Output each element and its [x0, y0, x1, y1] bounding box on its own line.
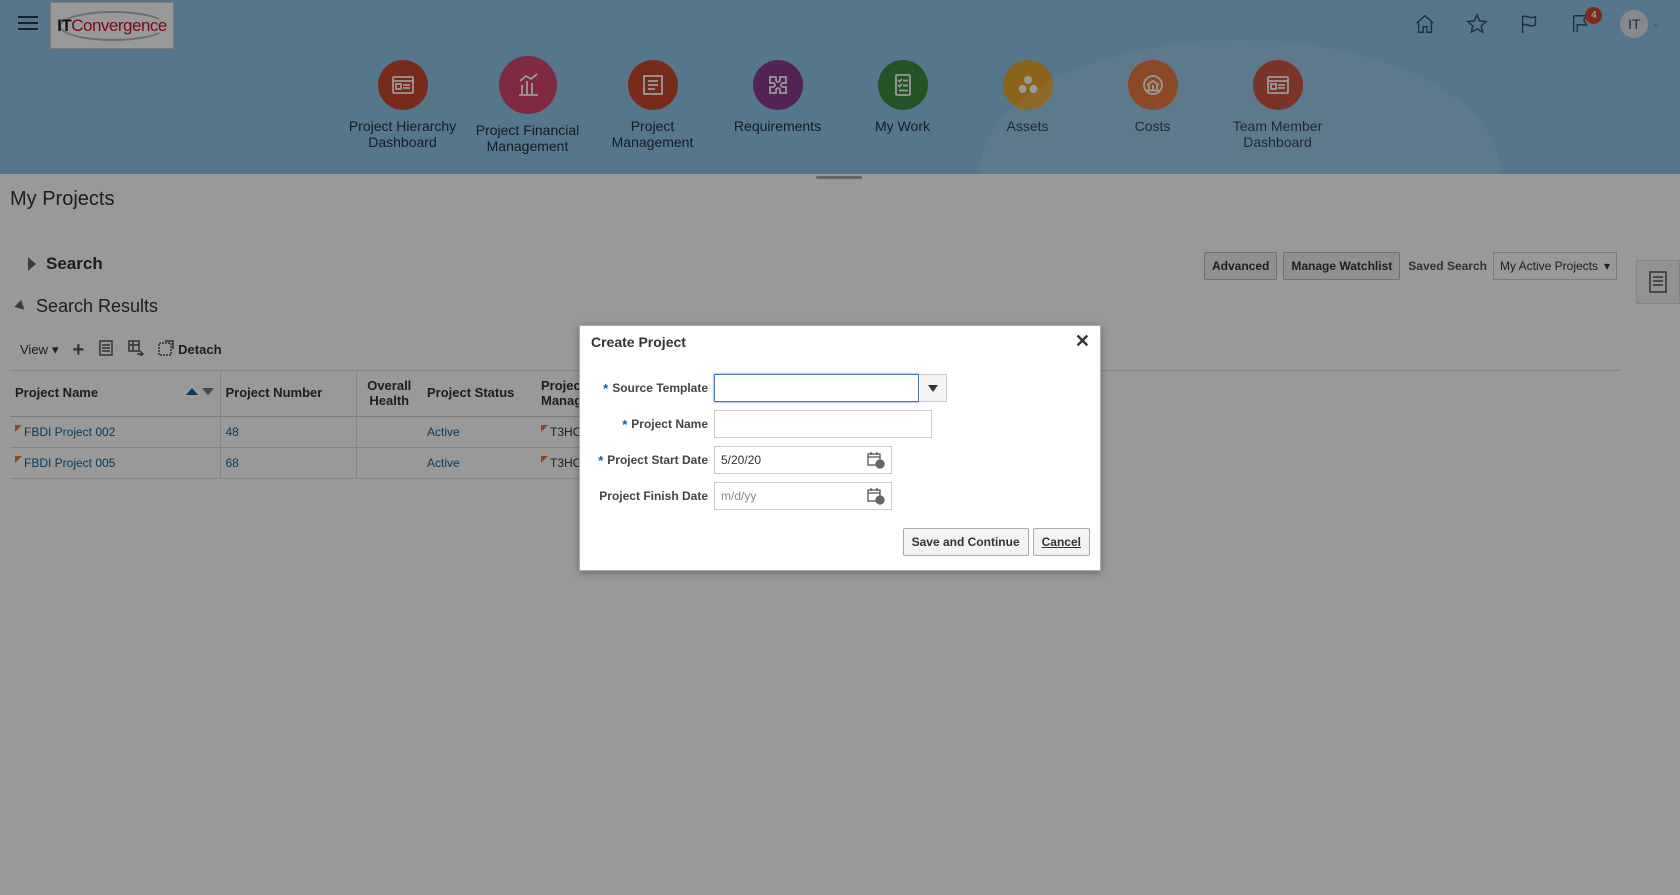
create-project-dialog: Create Project ✕ * Source Template * Proje…: [579, 325, 1101, 571]
save-and-continue-button[interactable]: Save and Continue: [902, 528, 1029, 556]
dialog-buttons: Save and Continue Cancel: [902, 528, 1090, 556]
source-template-input[interactable]: [714, 374, 919, 402]
project-finish-date-row: Project Finish Date m/d/yy: [580, 482, 892, 510]
project-name-input[interactable]: [714, 410, 932, 438]
source-template-row: * Source Template: [580, 374, 947, 402]
required-indicator: *: [598, 452, 604, 468]
project-finish-date-input[interactable]: m/d/yy: [714, 482, 892, 510]
dialog-title: Create Project: [591, 334, 686, 350]
project-start-date-row: * Project Start Date 5/20/20: [580, 446, 892, 474]
source-template-dropdown-button[interactable]: [919, 374, 947, 402]
dropdown-arrow-icon: [927, 384, 938, 392]
required-indicator: *: [603, 380, 609, 396]
required-indicator: *: [622, 416, 628, 432]
calendar-icon[interactable]: [867, 451, 885, 469]
project-name-row: * Project Name: [580, 410, 932, 438]
cancel-button[interactable]: Cancel: [1032, 528, 1090, 556]
calendar-icon[interactable]: [867, 487, 885, 505]
project-start-date-input[interactable]: 5/20/20: [714, 446, 892, 474]
close-icon[interactable]: ✕: [1075, 332, 1090, 350]
